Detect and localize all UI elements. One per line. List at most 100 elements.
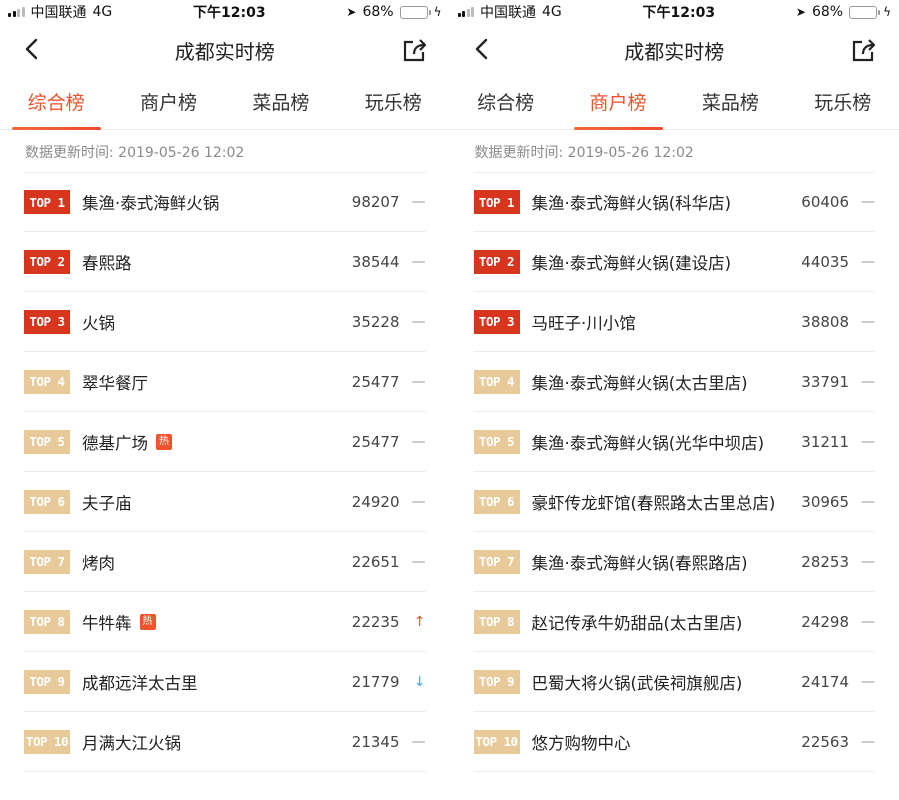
item-name-wrap: 夫子庙 <box>82 490 340 514</box>
item-name-wrap: 火锅 <box>82 310 340 334</box>
item-name-wrap: 赵记传承牛奶甜品(太古里店) <box>532 610 790 634</box>
rank-badge: TOP 8 <box>473 609 520 634</box>
list-item[interactable]: TOP 7 集渔·泰式海鲜火锅(春熙路店) 28253 — <box>473 532 875 592</box>
trend-indicator: ↓ <box>413 673 426 690</box>
list-item[interactable]: TOP 4 翠华餐厅 25477 — <box>24 352 426 412</box>
item-name: 春熙路 <box>82 253 132 273</box>
share-icon[interactable] <box>851 37 877 63</box>
status-bar: 中国联通 4G 下午12:03 ➤ 68% ϟ <box>450 0 899 24</box>
list-item[interactable]: TOP 7 烤肉 22651 — <box>24 532 426 592</box>
category-tabs: 综合榜 商户榜 菜品榜 玩乐榜 <box>449 76 899 130</box>
item-name: 集渔·泰式海鲜火锅(建设店) <box>531 253 732 273</box>
back-chevron-icon[interactable] <box>472 38 494 60</box>
list-item[interactable]: TOP 10 悠方购物中心 22563 — <box>473 712 875 772</box>
trend-indicator: — <box>411 433 426 450</box>
list-item[interactable]: TOP 10 月满大江火锅 21345 — <box>24 712 426 772</box>
category-tabs: 综合榜 商户榜 菜品榜 玩乐榜 <box>0 76 450 130</box>
trend-indicator: — <box>861 613 875 630</box>
tab-0[interactable]: 综合榜 <box>11 76 101 130</box>
rank-badge: TOP 6 <box>24 489 70 514</box>
rank-badge: TOP 9 <box>473 669 520 694</box>
trend-indicator: — <box>411 493 426 510</box>
item-name-wrap: 月满大江火锅 <box>82 730 340 754</box>
list-item[interactable]: TOP 6 夫子庙 24920 — <box>24 472 426 532</box>
rank-badge: TOP 3 <box>473 309 520 334</box>
rank-badge: TOP 6 <box>473 489 520 514</box>
rank-badge: TOP 7 <box>24 549 70 574</box>
item-name: 赵记传承牛奶甜品(太古里店) <box>531 613 743 633</box>
item-score: 22235 <box>351 612 400 631</box>
list-item[interactable]: TOP 5 集渔·泰式海鲜火锅(光华中坝店) 31211 — <box>473 412 875 472</box>
list-item[interactable]: TOP 9 成都远洋太古里 21779 ↓ <box>24 652 426 712</box>
item-name-wrap: 巴蜀大将火锅(武侯祠旗舰店) <box>532 670 790 694</box>
item-name: 牛牪犇 <box>82 613 132 633</box>
list-item[interactable]: TOP 4 集渔·泰式海鲜火锅(太古里店) 33791 — <box>473 352 875 412</box>
rank-badge: TOP 1 <box>473 190 520 214</box>
hot-badge: 热 <box>156 433 172 450</box>
list-item[interactable]: TOP 3 马旺子·川小馆 38808 — <box>473 292 875 352</box>
tab-2[interactable]: 菜品榜 <box>698 76 763 130</box>
item-score: 98207 <box>351 193 400 211</box>
item-score: 25477 <box>351 372 400 391</box>
item-name-wrap: 集渔·泰式海鲜火锅(科华店) <box>532 190 790 214</box>
clock: 下午12:03 <box>193 5 266 21</box>
trend-indicator: — <box>861 373 875 390</box>
tab-0[interactable]: 综合榜 <box>473 76 538 130</box>
trend-indicator: — <box>861 194 875 210</box>
location-arrow-icon: ➤ <box>795 5 806 19</box>
page-title: 成都实时榜 <box>624 39 725 64</box>
item-score: 33791 <box>801 372 849 391</box>
list-item[interactable]: TOP 1 集渔·泰式海鲜火锅 98207 — <box>24 172 426 232</box>
list-item[interactable]: TOP 6 豪虾传龙虾馆(春熙路太古里总店) 30965 — <box>473 472 875 532</box>
item-name: 德基广场 <box>82 433 148 453</box>
item-name-wrap: 豪虾传龙虾馆(春熙路太古里总店) <box>532 490 790 514</box>
item-name: 夫子庙 <box>82 493 132 513</box>
location-arrow-icon: ➤ <box>346 5 357 19</box>
phone-left: 中国联通 4G 下午12:03 ➤ 68% ϟ 成都实时榜 综合榜 商户榜 菜品榜玩… <box>0 0 450 800</box>
item-name-wrap: 集渔·泰式海鲜火锅(建设店) <box>532 250 790 274</box>
trend-indicator: — <box>861 733 875 750</box>
item-name-wrap: 悠方购物中心 <box>532 730 790 754</box>
list-item[interactable]: TOP 5 德基广场热 25477 — <box>24 412 426 472</box>
item-score: 31211 <box>801 432 849 451</box>
phone-right: 中国联通 4G 下午12:03 ➤ 68% ϟ 成都实时榜 综合榜 商户榜 菜品榜玩… <box>449 0 899 800</box>
list-item[interactable]: TOP 8 赵记传承牛奶甜品(太古里店) 24298 — <box>473 592 875 652</box>
trend-indicator: — <box>861 673 875 690</box>
tab-1[interactable]: 商户榜 <box>136 76 201 130</box>
list-item[interactable]: TOP 3 火锅 35228 — <box>24 292 426 352</box>
tab-3[interactable]: 玩乐榜 <box>361 76 426 130</box>
item-name-wrap: 春熙路 <box>82 250 340 274</box>
rank-badge: TOP 4 <box>473 369 520 394</box>
carrier-label: 中国联通 <box>30 5 87 21</box>
item-score: 24920 <box>351 492 400 511</box>
tab-3[interactable]: 玩乐榜 <box>810 76 875 130</box>
tab-2[interactable]: 菜品榜 <box>248 76 313 130</box>
rank-badge: TOP 5 <box>473 429 520 454</box>
item-name-wrap: 集渔·泰式海鲜火锅(光华中坝店) <box>532 430 790 454</box>
signal-icon <box>457 7 474 17</box>
item-name: 翠华餐厅 <box>82 373 148 393</box>
list-item[interactable]: TOP 9 巴蜀大将火锅(武侯祠旗舰店) 24174 — <box>473 652 875 712</box>
update-timestamp: 数据更新时间: 2019-05-26 12:02 <box>25 145 245 161</box>
hot-badge: 热 <box>139 613 156 630</box>
item-name-wrap: 成都远洋太古里 <box>82 670 340 694</box>
item-name: 月满大江火锅 <box>82 733 181 753</box>
list-item[interactable]: TOP 2 集渔·泰式海鲜火锅(建设店) 44035 — <box>473 232 875 292</box>
list-item[interactable]: TOP 8 牛牪犇热 22235 ↑ <box>24 592 426 652</box>
ranking-list: TOP 1 集渔·泰式海鲜火锅 98207 — TOP 2 春熙路 38544 — TOP 3 火… <box>0 172 450 772</box>
trend-indicator: — <box>411 373 426 390</box>
rank-badge: TOP 10 <box>24 729 70 754</box>
item-name: 集渔·泰式海鲜火锅 <box>82 194 220 213</box>
item-score: 22563 <box>801 732 849 751</box>
item-score: 35228 <box>351 312 400 331</box>
list-item[interactable]: TOP 2 春熙路 38544 — <box>24 232 426 292</box>
rank-badge: TOP 2 <box>473 249 520 274</box>
list-item[interactable]: TOP 1 集渔·泰式海鲜火锅(科华店) 60406 — <box>473 172 875 232</box>
item-score: 28253 <box>801 552 849 571</box>
rank-badge: TOP 5 <box>24 429 70 454</box>
back-chevron-icon[interactable] <box>22 38 44 60</box>
rank-badge: TOP 8 <box>24 609 70 634</box>
share-icon[interactable] <box>402 37 428 63</box>
rank-badge: TOP 7 <box>473 549 520 574</box>
tab-1[interactable]: 商户榜 <box>573 76 663 130</box>
